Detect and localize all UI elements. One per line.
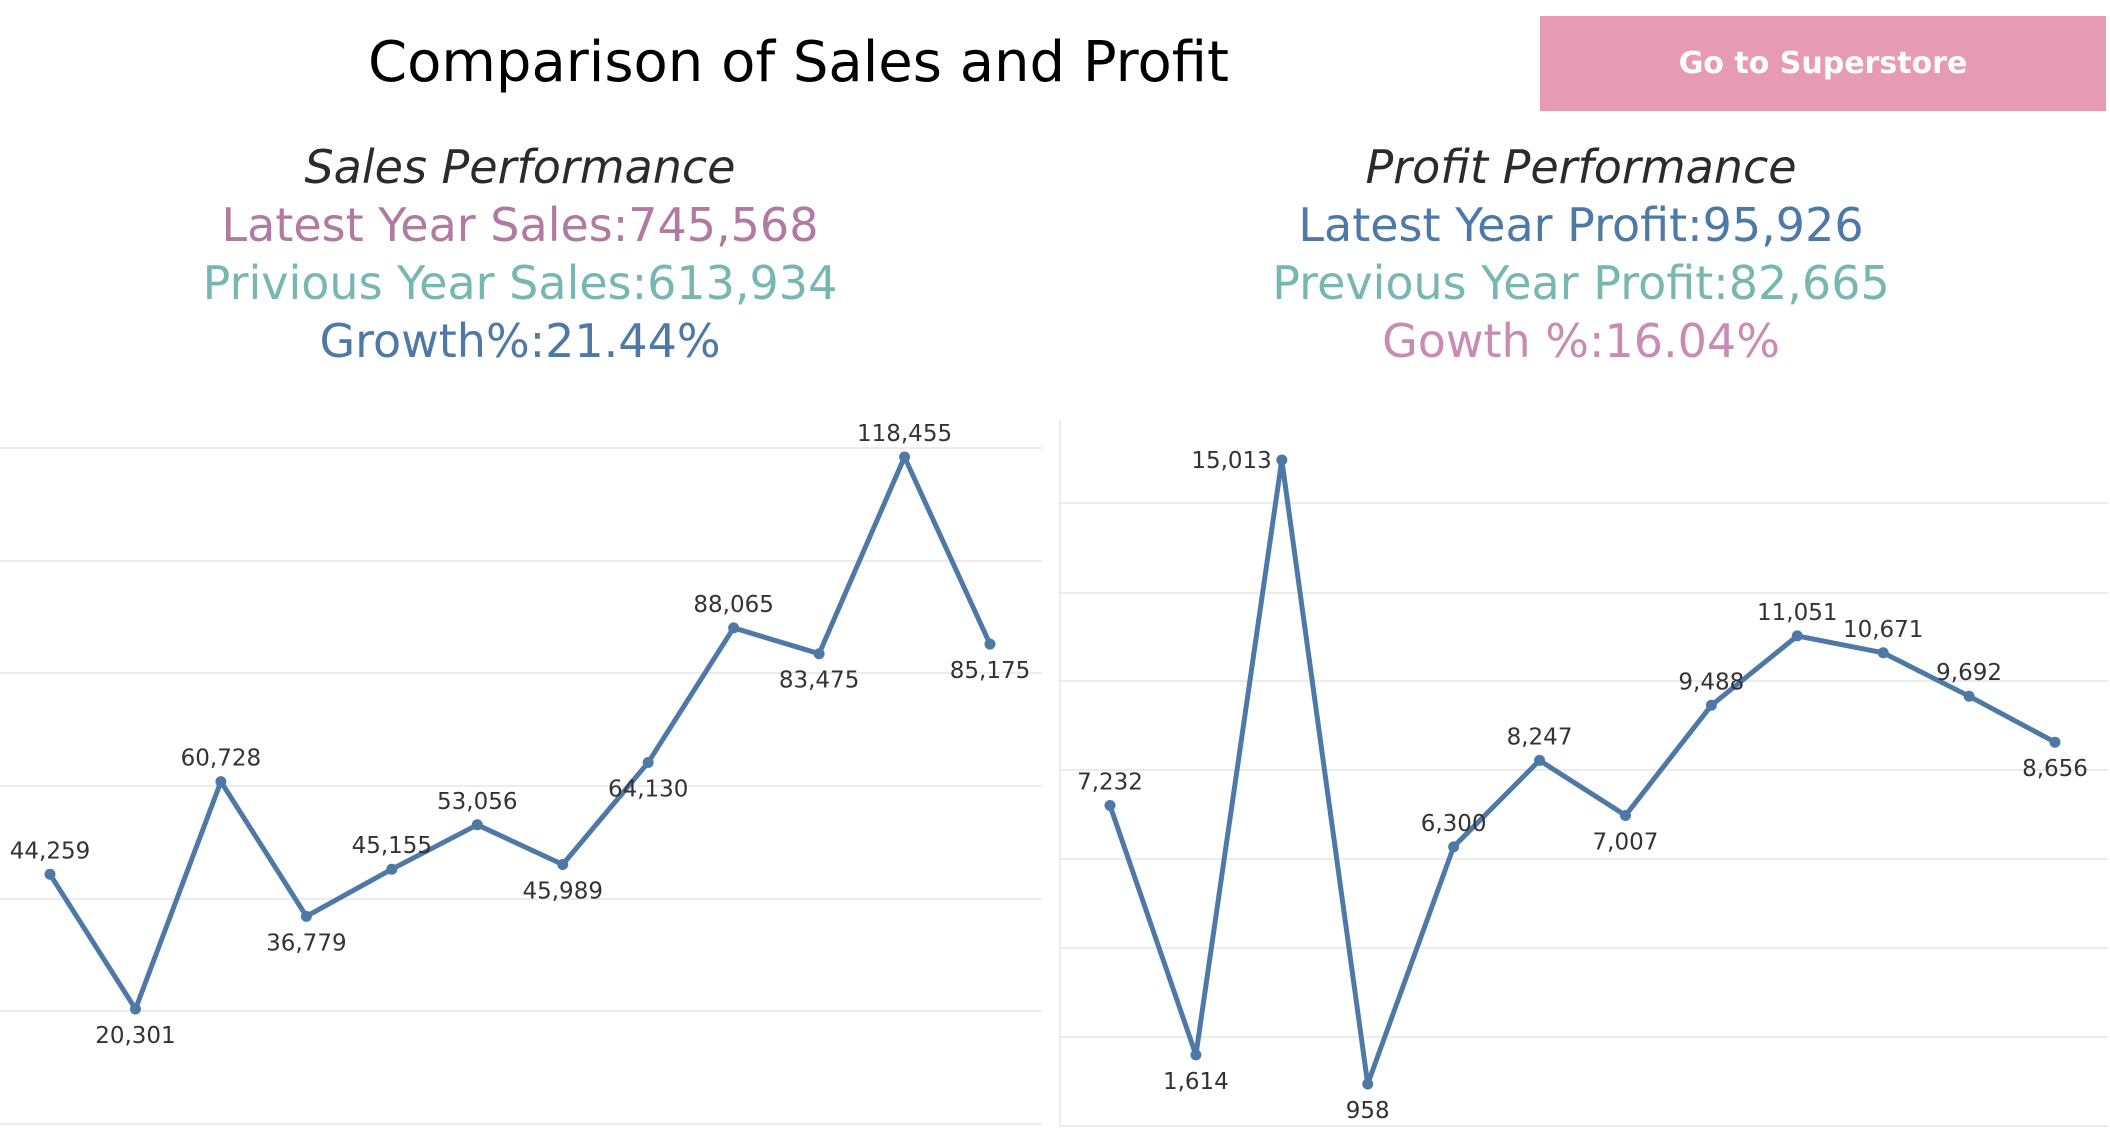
- profit-data-label: 15,013: [1191, 448, 1271, 474]
- profit-data-point[interactable]: [2049, 736, 2061, 748]
- go-to-superstore-button[interactable]: Go to Superstore: [1540, 16, 2106, 111]
- sales-data-point[interactable]: [471, 819, 483, 831]
- profit-data-point[interactable]: [1104, 799, 1116, 811]
- sales-data-label: 83,475: [779, 668, 859, 694]
- profit-data-label: 11,051: [1757, 600, 1837, 626]
- sales-points: [44, 451, 996, 1015]
- profit-data-label: 1,614: [1163, 1069, 1229, 1095]
- profit-series-line: [1107, 457, 2058, 1087]
- sales-series: [47, 454, 993, 1012]
- sales-data-label: 53,056: [437, 789, 517, 815]
- sales-data-point[interactable]: [642, 757, 654, 769]
- sales-line-chart: 44,259 20,301 60,728 36,779 45,15553,056 45,9…: [0, 421, 1042, 1125]
- sales-growth: Growth%:21.44%: [319, 314, 721, 368]
- sales-data-label: 88,065: [693, 592, 773, 618]
- sales-data-point[interactable]: [899, 451, 911, 463]
- sales-data-label: 64,130: [608, 777, 688, 803]
- profit-data-label: 7,007: [1593, 829, 1659, 855]
- sales-performance-heading: Sales Performance: [304, 140, 736, 194]
- profit-data-label: 9,488: [1678, 669, 1744, 695]
- previous-year-profit: Previous Year Profit:82,665: [1272, 256, 1890, 310]
- profit-data-point[interactable]: [1190, 1049, 1202, 1061]
- sales-data-point[interactable]: [129, 1003, 141, 1015]
- previous-year-sales: Privious Year Sales:613,934: [202, 256, 838, 310]
- sales-data-point[interactable]: [728, 622, 740, 634]
- sales-data-point[interactable]: [300, 910, 312, 922]
- profit-data-label: 10,671: [1843, 617, 1923, 643]
- profit-data-label: 958: [1346, 1098, 1390, 1124]
- sales-data-label: 45,989: [522, 879, 602, 905]
- sales-data-label: 20,301: [95, 1023, 175, 1049]
- profit-data-label: 8,247: [1507, 724, 1573, 750]
- latest-year-sales: Latest Year Sales:745,568: [221, 198, 819, 252]
- sales-series-line: [47, 454, 993, 1012]
- sales-data-label: 118,455: [857, 421, 952, 447]
- profit-data-point[interactable]: [1362, 1078, 1374, 1090]
- sales-data-point[interactable]: [557, 859, 569, 871]
- profit-data-point[interactable]: [1619, 809, 1631, 821]
- profit-data-label: 8,656: [2022, 756, 2088, 782]
- sales-data-point[interactable]: [44, 868, 56, 880]
- sales-kpi-panel: Sales Performance Latest Year Sales:745,…: [70, 140, 970, 368]
- profit-growth: Gowth %:16.04%: [1382, 314, 1780, 368]
- profit-gridlines: [1059, 420, 2108, 1127]
- sales-data-label: 36,779: [266, 930, 346, 956]
- profit-line-chart: 7,232 1,614 15,013 958 6,300 8,247 7,007 9,488 1…: [1059, 420, 2108, 1127]
- sales-data-point[interactable]: [386, 863, 398, 875]
- profit-data-label: 7,232: [1077, 769, 1143, 795]
- latest-year-profit: Latest Year Profit:95,926: [1298, 198, 1864, 252]
- sales-data-label: 44,259: [10, 838, 90, 864]
- profit-data-point[interactable]: [1963, 690, 1975, 702]
- profit-data-point[interactable]: [1448, 841, 1460, 853]
- profit-data-point[interactable]: [1791, 630, 1803, 642]
- profit-data-point[interactable]: [1534, 754, 1546, 766]
- sales-data-label: 45,155: [352, 833, 432, 859]
- sales-data-point[interactable]: [215, 776, 227, 788]
- sales-data-label: 85,175: [950, 658, 1030, 684]
- profit-data-label: 9,692: [1936, 660, 2002, 686]
- page-title: Comparison of Sales and Profit: [368, 30, 1229, 95]
- sales-data-label: 60,728: [181, 746, 261, 772]
- profit-points: [1104, 454, 2061, 1090]
- profit-series: [1107, 457, 2058, 1087]
- profit-data-point[interactable]: [1276, 454, 1288, 466]
- profit-performance-heading: Profit Performance: [1365, 140, 1797, 194]
- sales-data-point[interactable]: [813, 648, 825, 660]
- profit-data-point[interactable]: [1705, 699, 1717, 711]
- profit-kpi-panel: Profit Performance Latest Year Profit:95…: [1131, 140, 2031, 368]
- sales-data-point[interactable]: [984, 638, 996, 650]
- profit-data-point[interactable]: [1877, 647, 1889, 659]
- profit-data-label: 6,300: [1421, 811, 1487, 837]
